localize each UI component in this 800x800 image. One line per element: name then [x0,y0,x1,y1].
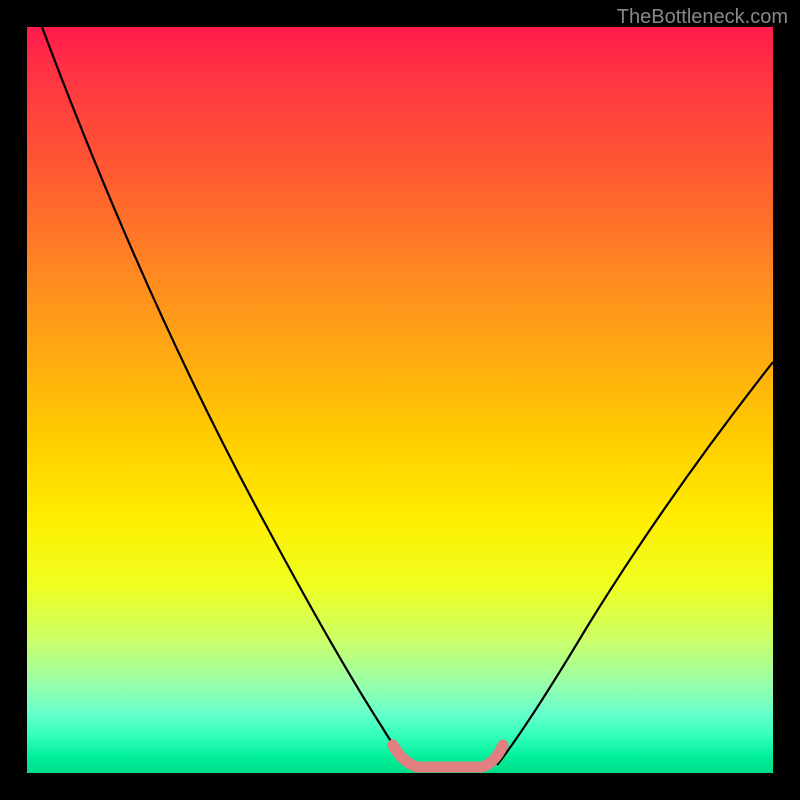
chart-area [27,27,773,773]
optimal-zone-highlight [393,745,503,767]
curve-overlay [27,27,773,773]
curve-left [42,27,409,765]
curve-right [497,362,773,765]
watermark-text: TheBottleneck.com [617,6,788,29]
